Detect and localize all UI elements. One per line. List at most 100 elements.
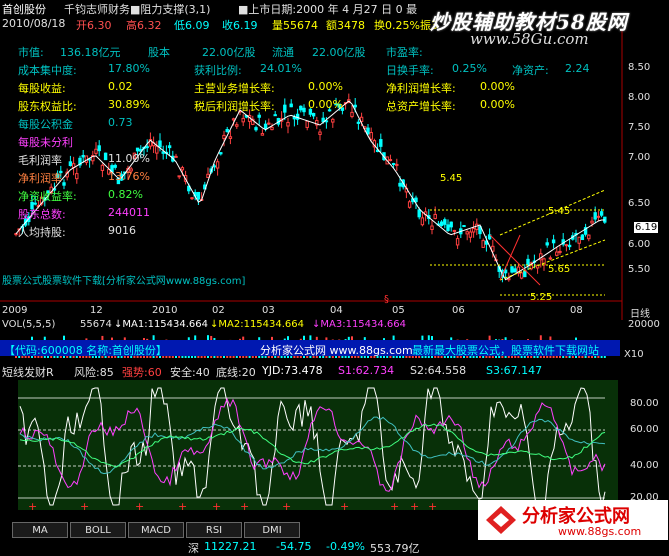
indicator-axis: 80.00 60.00 40.00 20.00 <box>630 380 669 520</box>
candle-body <box>510 266 514 273</box>
nav-value: 2.24 <box>565 62 590 75</box>
indicator-name: 千钧志师财务■阻力支撑(3,1) <box>64 3 211 16</box>
status-change: -54.75 <box>276 540 312 553</box>
candle-body <box>513 268 517 273</box>
buy-mark: + <box>282 500 291 513</box>
roe-label: 净资收益率: <box>18 190 77 203</box>
price-label-3: 5.25 <box>530 292 553 303</box>
vol-ma1: ↓MA1:115434.664 <box>114 319 209 330</box>
rev-growth-label: 主营业务增长率: <box>194 82 275 95</box>
nav-label: 净资产: <box>512 64 549 77</box>
tab-ma[interactable]: MA <box>12 522 68 538</box>
buy-mark: + <box>178 500 187 513</box>
candle-body <box>567 244 572 248</box>
candle-body <box>523 270 527 278</box>
banner-site: 分析家公式网 www.88gs.com <box>260 344 413 357</box>
info-banner: 【代码:600008 名称:首创股份】 分析家公式网 www.88gs.com … <box>0 340 620 357</box>
vol-value: 55674 <box>80 319 112 330</box>
current-price-tag: 6.19 <box>634 222 659 233</box>
buy-mark: + <box>428 500 437 513</box>
tick-5-50: 5.50 <box>628 264 651 275</box>
candle-body <box>503 269 508 274</box>
cost-conc-value: 17.80% <box>108 62 150 75</box>
candle-body <box>548 257 553 260</box>
status-index: 11227.21 <box>204 540 257 553</box>
status-pct: -0.49% <box>326 540 365 553</box>
tick-8-50: 8.50 <box>628 62 651 73</box>
float-value: 22.00亿股 <box>312 46 366 59</box>
candle-body <box>526 258 530 266</box>
cost-conc-label: 成本集中度: <box>18 64 77 77</box>
time-06: 06 <box>452 305 465 316</box>
ind-safe: 安全:40 <box>170 366 210 379</box>
buy-mark: + <box>135 500 144 513</box>
tick-7-50: 7.50 <box>628 122 651 133</box>
period-daily[interactable]: 日线 <box>630 305 650 320</box>
per-holder-value: 9016 <box>108 224 136 237</box>
banner-code: 【代码:600008 名称:首创股份】 <box>4 344 167 357</box>
logo-icon <box>486 506 516 534</box>
eps-value: 0.02 <box>108 80 133 93</box>
vol-label: VOL(5,5,5) <box>2 319 56 330</box>
gross-margin-value: 11.00% <box>108 152 150 165</box>
arrow-mark: § <box>384 294 389 305</box>
net-margin-value: 13.76% <box>108 170 150 183</box>
mkt-cap-label: 市值: <box>18 46 44 59</box>
ind-s3: S3:67.147 <box>486 364 543 377</box>
tick-8-00: 8.00 <box>628 92 651 103</box>
asset-growth-value: 0.00% <box>480 98 515 111</box>
banner-slogan: 最新最大股票公式，股票软件下载网站 <box>412 344 599 357</box>
at-growth-value: 0.00% <box>308 98 343 111</box>
holders-label: 股东总数: <box>18 208 66 221</box>
time-2009: 2009 <box>2 305 28 316</box>
stock-name[interactable]: 首创股份 <box>2 1 46 17</box>
tick-7-00: 7.00 <box>628 152 651 163</box>
at-growth-label: 税后利润增长率: <box>194 100 275 113</box>
roe-value: 0.82% <box>108 188 143 201</box>
tick-6-50: 6.50 <box>628 198 651 209</box>
ind-tick-80: 80.00 <box>630 398 659 409</box>
indicator-chart[interactable]: +++++++++++++ <box>0 380 669 520</box>
time-08: 08 <box>570 305 583 316</box>
rev-growth-value: 0.00% <box>308 80 343 93</box>
logo-url: www.88gs.com <box>558 525 642 538</box>
profit-ratio-label: 获利比例: <box>194 64 242 77</box>
buy-mark: + <box>240 500 249 513</box>
net-margin-label: 净利润率 <box>18 172 62 185</box>
buy-mark: + <box>410 500 419 513</box>
shares-label: 股本 <box>148 46 170 59</box>
time-02: 02 <box>212 305 225 316</box>
chart-overlay-text: 股票公式股票软件下载[分析家公式网www.88gs.com] <box>2 276 246 287</box>
ind-s2: S2:64.558 <box>410 364 467 377</box>
indicator-header: 短线发财R 风险:85 强势:60 安全:40 底线:20 YJD:73.478… <box>0 364 669 379</box>
ind-yjd: YJD:73.478 <box>262 364 323 377</box>
buy-mark: + <box>80 500 89 513</box>
tab-boll[interactable]: BOLL <box>70 522 126 538</box>
pe-label: 市盈率: <box>386 46 423 59</box>
holders-value: 244011 <box>108 206 150 219</box>
turnover-value: 0.25% <box>452 62 487 75</box>
np-growth-value: 0.00% <box>480 80 515 93</box>
tab-macd[interactable]: MACD <box>128 522 184 538</box>
buy-mark: + <box>212 500 221 513</box>
listing-date: ■上市日期:2000 年 4 月27 日 0 最 <box>238 3 418 16</box>
equity-ratio-label: 股东权益比: <box>18 100 77 113</box>
buy-mark: + <box>340 500 349 513</box>
candle-body <box>555 251 559 256</box>
indicator-tabs: MA BOLL MACD RSI DMI <box>0 522 320 538</box>
profit-ratio-value: 24.01% <box>260 62 302 75</box>
turnover-label: 日换手率: <box>386 64 434 77</box>
mkt-cap-value: 136.18亿元 <box>60 46 121 59</box>
fundamentals-panel: 市值: 136.18亿元 股本 22.00亿股 流通 22.00亿股 市盈率: … <box>0 44 669 244</box>
equity-ratio-value: 30.89% <box>108 98 150 111</box>
tab-dmi[interactable]: DMI <box>244 522 300 538</box>
tab-rsi[interactable]: RSI <box>186 522 242 538</box>
buy-mark: + <box>28 500 37 513</box>
time-07: 07 <box>508 305 521 316</box>
time-05: 05 <box>392 305 405 316</box>
ind-tick-40: 40.00 <box>630 460 659 471</box>
vol-ma2: ↓MA2:115434.664 <box>210 319 305 330</box>
time-04: 04 <box>330 305 343 316</box>
volume-header: VOL(5,5,5) 55674 ↓MA1:115434.664 ↓MA2:11… <box>0 319 669 360</box>
tick-6-00: 6.00 <box>628 239 651 250</box>
